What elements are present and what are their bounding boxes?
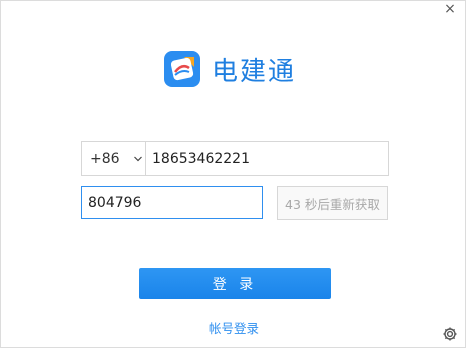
login-window: × 电建通 +86 18653462221 804796 43 秒后重新获取 登… <box>0 0 466 348</box>
dianjiantong-logo-icon <box>164 51 200 87</box>
app-title: 电建通 <box>212 56 297 87</box>
gear-icon[interactable] <box>442 326 458 342</box>
country-code-value: +86 <box>90 150 120 167</box>
phone-input[interactable]: 18653462221 <box>146 142 388 175</box>
chevron-down-icon <box>133 156 142 161</box>
phone-field-group: +86 18653462221 <box>81 141 389 176</box>
resend-code-button[interactable]: 43 秒后重新获取 <box>277 186 388 220</box>
brand-header: 电建通 <box>164 49 296 89</box>
verification-code-input[interactable]: 804796 <box>81 186 263 219</box>
account-login-link[interactable]: 帐号登录 <box>1 318 466 337</box>
close-icon[interactable]: × <box>441 1 459 19</box>
login-button[interactable]: 登 录 <box>139 268 331 299</box>
country-code-select[interactable]: +86 <box>82 142 146 175</box>
